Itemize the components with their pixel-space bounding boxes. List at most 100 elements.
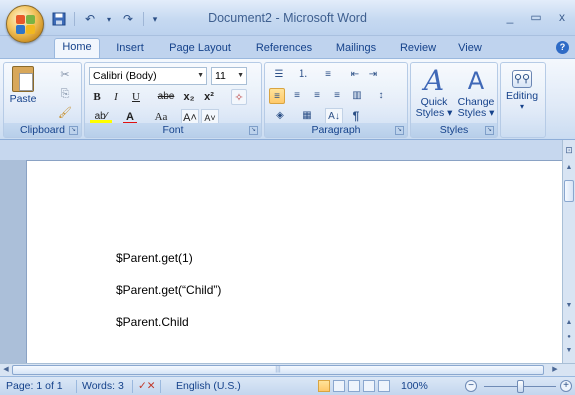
vertical-scroll-thumb[interactable] <box>564 180 574 202</box>
office-logo-icon <box>16 15 36 35</box>
language[interactable]: English (U.S.) <box>176 380 241 392</box>
horizontal-scroll-thumb[interactable]: ||| <box>12 365 544 375</box>
sort-icon[interactable]: A↓ <box>325 108 343 124</box>
binoculars-icon: ⚲⚲ <box>512 70 532 88</box>
decrease-indent-icon[interactable]: ⇤ <box>347 67 363 83</box>
justify-icon[interactable]: ≡ <box>329 88 345 104</box>
tab-home[interactable]: Home <box>54 38 100 59</box>
ruler-toggle-icon[interactable]: ⊡ <box>563 144 575 156</box>
minimize-button[interactable]: _ <box>503 10 517 24</box>
paragraph-group-label: Paragraph ↘ <box>265 123 407 137</box>
scroll-left-button[interactable]: ◀ <box>0 364 12 376</box>
clear-formatting-icon[interactable]: ✧ <box>231 89 247 105</box>
bullets-icon[interactable]: ☰ <box>269 67 289 83</box>
previous-page-button[interactable]: ▲ <box>563 317 575 329</box>
font-name-combo[interactable]: Calibri (Body) ▼ <box>89 67 207 85</box>
tab-mailings[interactable]: Mailings <box>326 40 386 58</box>
scroll-up-button[interactable]: ▲ <box>563 162 575 174</box>
subscript-button[interactable]: x₂ <box>181 89 197 105</box>
font-group: Calibri (Body) ▼ 11 ▼ B I U abe x₂ x² ✧ ab… <box>84 62 262 138</box>
status-separator <box>160 380 161 393</box>
paste-icon <box>12 66 34 92</box>
next-page-button[interactable]: ▼ <box>563 345 575 357</box>
maximize-button[interactable]: ▭ <box>529 10 543 24</box>
clipboard-group-label: Clipboard ↘ <box>4 123 81 137</box>
zoom-in-button[interactable]: + <box>560 380 572 392</box>
proofing-icon[interactable]: ✓✕ <box>138 380 156 392</box>
numbering-icon[interactable]: ⒈ <box>293 67 313 83</box>
strikethrough-button[interactable]: abe <box>155 89 177 105</box>
print-layout-view-icon[interactable] <box>318 380 330 392</box>
font-size-combo[interactable]: 11 ▼ <box>211 67 247 85</box>
bold-button[interactable]: B <box>90 89 104 105</box>
multilevel-list-icon[interactable]: ≡ <box>317 67 339 83</box>
close-button[interactable]: x <box>555 10 569 24</box>
show-formatting-marks-icon[interactable]: ¶ <box>347 108 365 124</box>
select-browse-object-button[interactable]: ● <box>563 331 575 343</box>
zoom-slider-thumb[interactable] <box>517 380 524 393</box>
increase-indent-icon[interactable]: ⇥ <box>365 67 381 83</box>
line-spacing-icon[interactable]: ↕ <box>371 88 391 104</box>
chevron-down-icon: ▼ <box>237 72 244 79</box>
paragraph-launcher-icon[interactable]: ↘ <box>395 126 404 135</box>
draft-view-icon[interactable] <box>378 380 390 392</box>
font-group-label: Font ↘ <box>85 123 261 137</box>
ribbon-tabs: Home Insert Page Layout References Maili… <box>0 36 575 59</box>
outline-view-icon[interactable] <box>363 380 375 392</box>
document-page[interactable]: $Parent.get(1) $Parent.get(“Child”) $Par… <box>26 160 562 363</box>
copy-icon[interactable]: ⎘ <box>58 87 72 101</box>
tab-insert[interactable]: Insert <box>108 40 152 58</box>
zoom-out-button[interactable]: − <box>465 380 477 392</box>
italic-button[interactable]: I <box>109 89 123 105</box>
editing-button[interactable]: ⚲⚲ Editing ▾ <box>504 66 540 111</box>
styles-launcher-icon[interactable]: ↘ <box>485 126 494 135</box>
borders-icon[interactable]: ▦ <box>295 108 319 124</box>
document-line[interactable]: $Parent.Child <box>116 315 189 329</box>
clipboard-launcher-icon[interactable]: ↘ <box>69 126 78 135</box>
tab-view[interactable]: View <box>450 40 490 58</box>
vertical-scrollbar[interactable]: ⊡ ▲ ▼ ▲ ● ▼ <box>562 140 575 363</box>
word-count[interactable]: Words: 3 <box>82 380 124 392</box>
tab-page-layout[interactable]: Page Layout <box>162 40 238 58</box>
superscript-button[interactable]: x² <box>201 89 217 105</box>
document-area: $Parent.get(1) $Parent.get(“Child”) $Par… <box>0 140 562 363</box>
align-left-icon[interactable]: ≡ <box>269 88 285 104</box>
web-layout-view-icon[interactable] <box>348 380 360 392</box>
format-painter-icon[interactable]: 🖌 <box>58 106 72 120</box>
title-bar: ↶ ▾ ↷ ▾ Document2 - Microsoft Word _ ▭ x <box>0 0 575 36</box>
zoom-level[interactable]: 100% <box>401 380 428 392</box>
chevron-down-icon: ▼ <box>197 72 204 79</box>
tab-references[interactable]: References <box>248 40 320 58</box>
scroll-right-button[interactable]: ▶ <box>549 364 561 376</box>
styles-group-label: Styles ↘ <box>411 123 497 137</box>
center-icon[interactable]: ≡ <box>289 88 305 104</box>
quick-styles-button[interactable]: A Quick Styles ▾ <box>413 65 455 119</box>
change-styles-button[interactable]: A Change Styles ▾ <box>455 65 497 119</box>
horizontal-scrollbar[interactable]: ◀ ||| ▶ <box>0 363 575 376</box>
clipboard-group: Paste ✂ ⎘ 🖌 Clipboard ↘ <box>3 62 82 138</box>
chevron-down-icon: ▾ <box>519 102 524 111</box>
paste-button[interactable]: Paste <box>9 66 37 112</box>
status-bar: Page: 1 of 1 Words: 3 ✓✕ English (U.S.) … <box>0 376 575 395</box>
styles-group: A Quick Styles ▾ A Change Styles ▾ Style… <box>410 62 498 138</box>
scroll-grip: ||| <box>275 366 281 373</box>
editing-group: ⚲⚲ Editing ▾ <box>500 62 546 138</box>
tab-review[interactable]: Review <box>393 40 443 58</box>
ribbon: Paste ✂ ⎘ 🖌 Clipboard ↘ Calibri (Body) ▼ … <box>0 58 575 140</box>
font-launcher-icon[interactable]: ↘ <box>249 126 258 135</box>
underline-button[interactable]: U <box>129 89 143 105</box>
paragraph-group: ☰ ⒈ ≡ ⇤ ⇥ ≡ ≡ ≡ ≡ ▥ ↕ ◈ ▦ A↓ ¶ Paragraph… <box>264 62 408 138</box>
columns-icon[interactable]: ▥ <box>349 88 365 104</box>
page-count[interactable]: Page: 1 of 1 <box>6 380 63 392</box>
shading-icon[interactable]: ◈ <box>269 108 291 124</box>
scroll-down-button[interactable]: ▼ <box>563 300 575 312</box>
align-right-icon[interactable]: ≡ <box>309 88 325 104</box>
cut-icon[interactable]: ✂ <box>58 68 72 82</box>
document-line[interactable]: $Parent.get(1) <box>116 251 193 265</box>
help-icon[interactable]: ? <box>556 41 569 54</box>
window-title: Document2 - Microsoft Word <box>208 11 367 25</box>
paste-label: Paste <box>9 93 37 105</box>
full-screen-reading-view-icon[interactable] <box>333 380 345 392</box>
office-button[interactable] <box>6 5 44 43</box>
document-line[interactable]: $Parent.get(“Child”) <box>116 283 221 297</box>
